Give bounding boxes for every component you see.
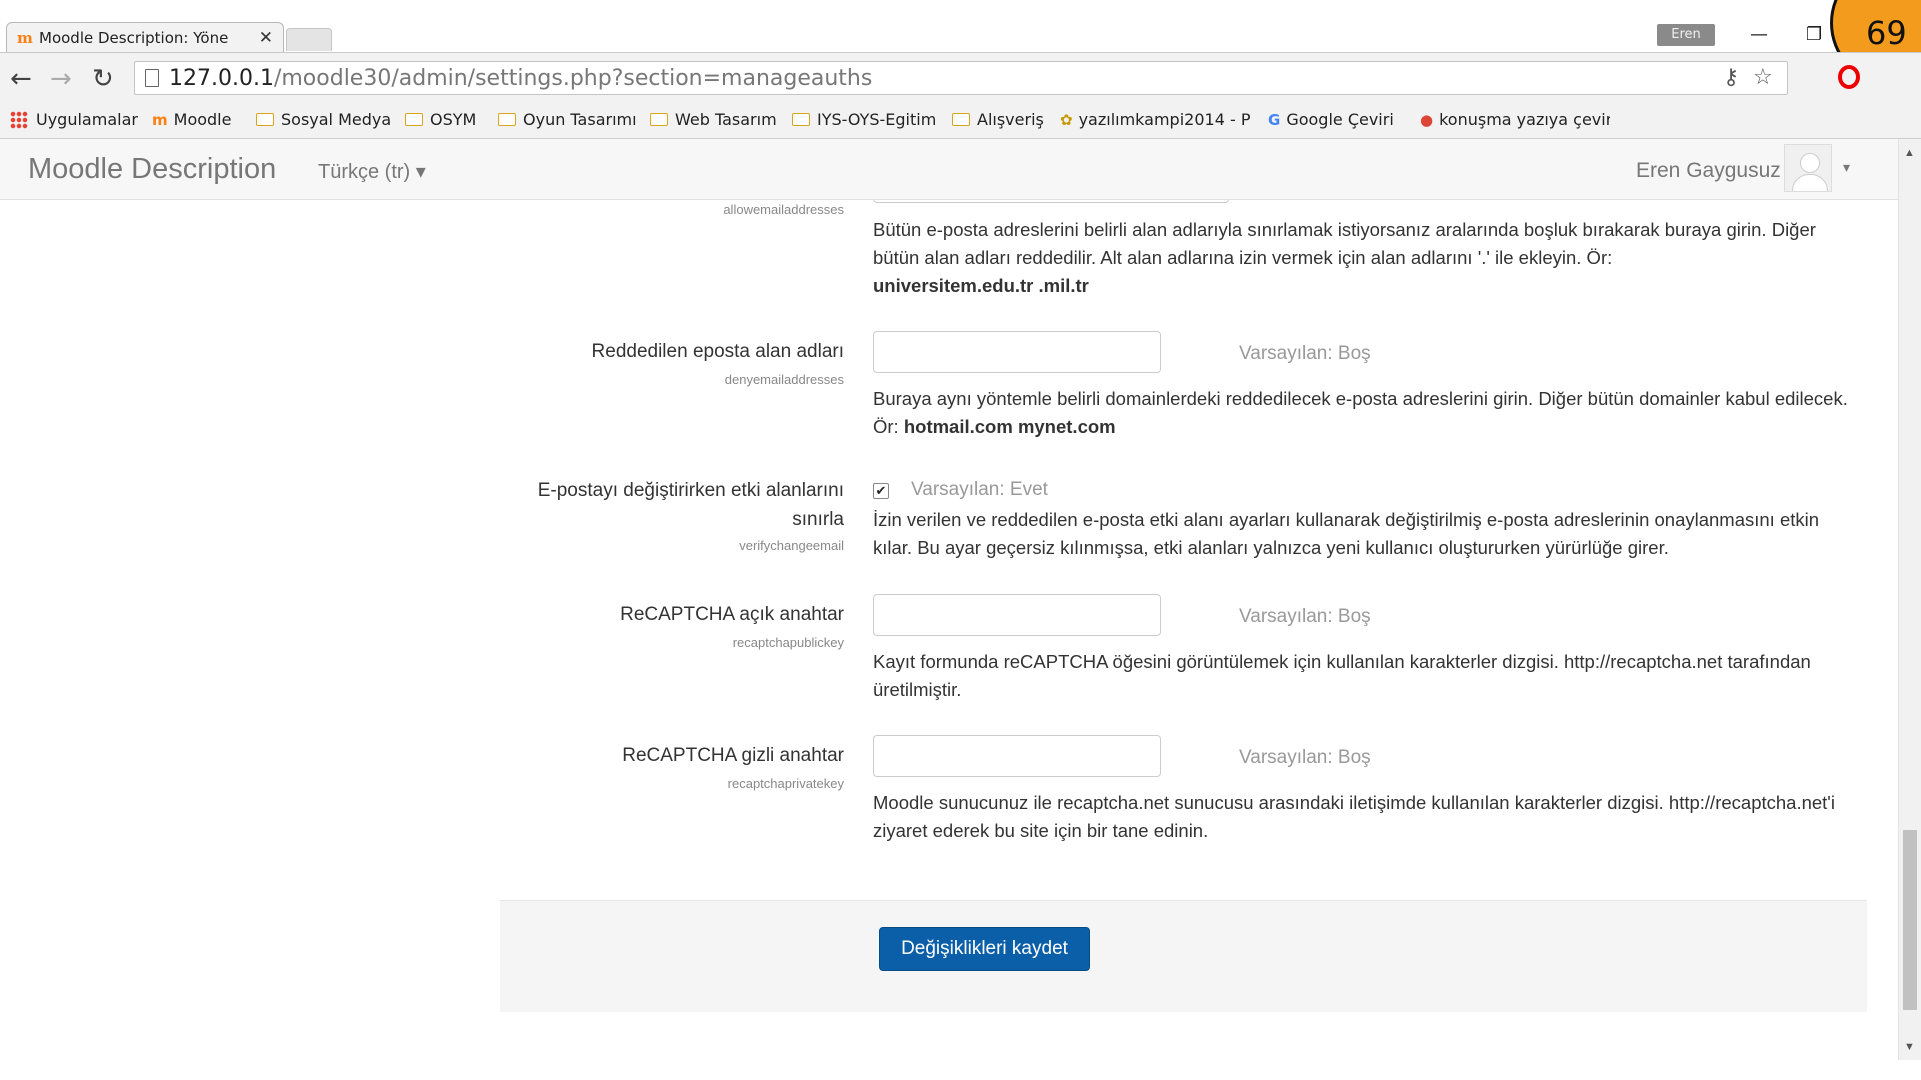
desc-example: hotmail.com mynet.com <box>903 416 1116 437</box>
tab-title: Moodle Description: Yöne <box>39 28 229 47</box>
back-arrow-icon[interactable]: ← <box>10 64 32 94</box>
desc-text: Bütün e-posta adreslerini belirli alan a… <box>873 219 1816 268</box>
bookmark-konusma[interactable]: ● konuşma yazıya çevir <box>1420 110 1610 129</box>
site-icon: ✿ <box>1060 110 1073 129</box>
folder-icon <box>498 113 516 126</box>
setting-key: verifychangeemail <box>739 538 844 553</box>
scroll-up-icon[interactable]: ▲ <box>1904 147 1915 159</box>
setting-key: recaptchapublickey <box>732 635 844 650</box>
page-icon <box>145 69 159 87</box>
moodle-icon: m <box>152 110 168 129</box>
bookmark-label: konuşma yazıya çevir <box>1439 110 1610 129</box>
setting-key: denyemailaddresses <box>724 372 844 387</box>
setting-label: ReCAPTCHA gizli anahtar <box>622 745 844 766</box>
opera-extension-icon[interactable] <box>1838 65 1860 89</box>
recaptcha-public-key-input[interactable] <box>873 594 1161 636</box>
setting-description: Bütün e-posta adreslerini belirli alan a… <box>873 216 1853 300</box>
translate-icon: G <box>1268 110 1281 129</box>
scroll-thumb[interactable] <box>1903 830 1917 1010</box>
setting-label: E-postayı değiştirirken etki alanlarını s… <box>464 476 844 534</box>
url-text[interactable]: 127.0.0.1/moodle30/admin/settings.php?se… <box>169 66 872 91</box>
default-value: Varsayılan: Evet <box>911 479 1048 500</box>
bookmark-alisveris[interactable]: Alışveriş <box>952 110 1044 129</box>
recaptcha-private-key-input[interactable] <box>873 735 1161 777</box>
folder-icon <box>952 113 970 126</box>
forward-arrow-icon[interactable]: → <box>50 64 72 94</box>
minimize-icon[interactable]: — <box>1750 24 1768 45</box>
site-brand[interactable]: Moodle Description <box>28 153 276 186</box>
label-line-2: sınırla <box>792 509 844 530</box>
bookmark-label: Oyun Tasarımı <box>523 110 637 129</box>
page-scrollbar[interactable]: ▲ ▼ <box>1898 139 1921 1060</box>
user-menu-caret-icon[interactable]: ▾ <box>1843 159 1850 176</box>
folder-icon <box>405 113 423 126</box>
default-value: Varsayılan: Boş <box>1239 606 1371 627</box>
avatar-body-icon <box>1792 174 1828 191</box>
bookmark-web-tasarim[interactable]: Web Tasarım <box>650 110 777 129</box>
browser-tab-strip: m Moodle Description: Yöne ✕ Eren — ❐ 69 <box>0 0 1921 86</box>
allow-email-input-partial[interactable] <box>873 200 1229 203</box>
setting-label: Reddedilen eposta alan adları <box>591 341 844 362</box>
deny-email-input[interactable] <box>873 331 1161 373</box>
bookmark-apps[interactable]: Uygulamalar <box>10 110 138 129</box>
avatar-head-icon <box>1800 153 1820 173</box>
bookmark-label: Sosyal Medya <box>281 110 392 129</box>
reload-icon[interactable]: ↻ <box>92 64 114 94</box>
save-changes-button[interactable]: Değişiklikleri kaydet <box>879 927 1090 971</box>
verify-change-email-checkbox[interactable]: ✔ <box>873 483 889 499</box>
settings-content: allowemailaddresses Bütün e-posta adresl… <box>0 200 1898 1060</box>
bookmark-google-ceviri[interactable]: G Google Çeviri <box>1268 110 1394 129</box>
setting-description: İzin verilen ve reddedilen e-posta etki … <box>873 509 1820 558</box>
restore-icon[interactable]: ❐ <box>1806 24 1822 45</box>
folder-icon <box>792 113 810 126</box>
folder-icon <box>650 113 668 126</box>
setting-label: ReCAPTCHA açık anahtar <box>620 604 844 625</box>
user-menu-name[interactable]: Eren Gaygusuz <box>1636 159 1781 183</box>
default-value: Varsayılan: Boş <box>1239 343 1371 364</box>
bookmark-star-icon[interactable]: ☆ <box>1753 65 1773 90</box>
url-path: /moodle30/admin/settings.php?section=man… <box>273 66 873 91</box>
setting-description: Moodle sunucunuz ile recaptcha.net sunuc… <box>873 792 1835 841</box>
address-toolbar: ← → ↻ 127.0.0.1/moodle30/admin/settings.… <box>0 52 1921 103</box>
url-host: 127.0.0.1 <box>169 66 274 91</box>
key-icon[interactable]: ⚷ <box>1723 65 1739 90</box>
profile-chip[interactable]: Eren <box>1657 24 1715 46</box>
form-actions: Değişiklikleri kaydet <box>500 900 1867 1012</box>
bookmark-iys-oys[interactable]: IYS-OYS-Egitim <box>792 110 936 129</box>
bookmark-oyun-tasarimi[interactable]: Oyun Tasarımı <box>498 110 637 129</box>
bookmark-label: Moodle <box>173 110 232 129</box>
bookmark-label: Google Çeviri <box>1286 110 1394 129</box>
apps-grid-icon <box>10 110 28 129</box>
bookmark-osym[interactable]: OSYM <box>405 110 476 129</box>
bookmark-yazilimkampi[interactable]: ✿ yazılımkampi2014 - P <box>1060 110 1250 129</box>
bookmarks-bar: Uygulamalar m Moodle Sosyal Medya OSYM Oy… <box>0 102 1921 139</box>
tab-close-icon[interactable]: ✕ <box>259 28 273 48</box>
bookmark-sosyal-medya[interactable]: Sosyal Medya <box>256 110 391 129</box>
setting-description: Buraya aynı yöntemle belirli domainlerde… <box>873 385 1853 441</box>
badge-number: 69 <box>1866 14 1907 52</box>
moodle-favicon-icon: m <box>17 28 33 47</box>
bookmark-label: IYS-OYS-Egitim <box>817 110 937 129</box>
address-bar[interactable]: 127.0.0.1/moodle30/admin/settings.php?se… <box>134 61 1788 95</box>
folder-icon <box>256 113 274 126</box>
new-tab-button[interactable] <box>286 28 332 51</box>
bookmark-label: Alışveriş <box>977 110 1044 129</box>
moodle-navbar: Moodle Description Türkçe (tr) ▾ Eren Ga… <box>0 139 1898 200</box>
browser-tab-active[interactable]: m Moodle Description: Yöne ✕ <box>6 22 284 52</box>
bookmark-label: yazılımkampi2014 - P <box>1078 110 1250 129</box>
desc-example: universitem.edu.tr .mil.tr <box>873 275 1089 296</box>
default-value: Varsayılan: Boş <box>1239 747 1371 768</box>
label-line-1: E-postayı değiştirirken etki alanlarını <box>537 480 844 501</box>
bookmark-label: Uygulamalar <box>36 110 138 129</box>
bookmark-label: Web Tasarım <box>675 110 777 129</box>
chrome-icon: ● <box>1420 110 1434 129</box>
setting-description: Kayıt formunda reCAPTCHA öğesini görüntü… <box>873 651 1811 700</box>
language-menu[interactable]: Türkçe (tr) ▾ <box>318 159 426 184</box>
scroll-down-icon[interactable]: ▼ <box>1904 1041 1915 1053</box>
avatar[interactable] <box>1784 144 1832 192</box>
setting-key: recaptchaprivatekey <box>727 776 844 791</box>
bookmark-moodle[interactable]: m Moodle <box>152 110 231 129</box>
bookmark-label: OSYM <box>430 110 477 129</box>
setting-key: allowemailaddresses <box>723 202 844 217</box>
